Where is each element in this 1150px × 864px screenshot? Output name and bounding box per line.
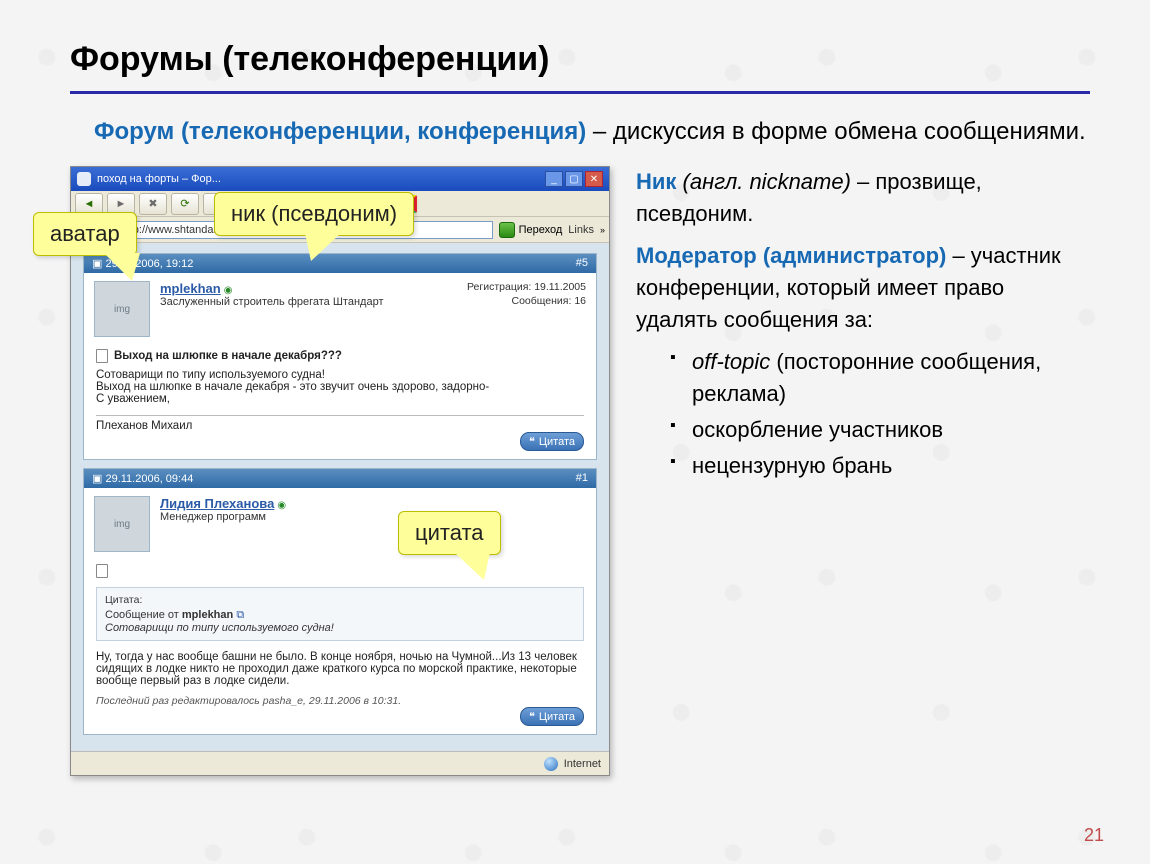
nick-term: Ник [636, 169, 683, 194]
list-item: off-topic (посторонние сообщения, реклам… [670, 346, 1090, 410]
post-date: 29.11.2006, 09:44 [105, 473, 193, 485]
username-link[interactable]: mplekhan [160, 281, 221, 296]
page-number: 21 [1084, 825, 1104, 846]
lead-dash: – [593, 118, 613, 145]
definitions-column: Ник (англ. nickname) – прозвище, псевдон… [636, 166, 1090, 776]
callout-quote: цитата [398, 511, 501, 555]
post-number: #5 [576, 257, 588, 270]
callout-nickname: ник (псевдоним) [214, 192, 414, 236]
lead-rest: дискуссия в форме обмена сообщениями. [613, 118, 1086, 145]
post-text: Ну, тогда у нас вообще башни не было. В … [96, 651, 584, 687]
post-body: Выход на шлюпке в начале декабря??? Сото… [84, 343, 596, 459]
quoted-text: Сотоварищи по типу используемого судна! [105, 622, 575, 634]
forum-post: ▣ 29.11.2006, 09:44 #1 img Лидия Плехано… [83, 468, 597, 735]
user-role: Менеджер программ [160, 511, 286, 523]
internet-zone-icon [544, 757, 558, 771]
user-meta: Регистрация: 19.11.2005 Сообщения: 16 [467, 281, 586, 337]
moderator-term: Модератор (администратор) [636, 243, 952, 268]
doc-icon [96, 564, 108, 578]
quote-from-pre: Сообщение от [105, 609, 182, 621]
user-info: Лидия Плеханова ◉ Менеджер программ [160, 496, 286, 552]
ie-icon [77, 172, 91, 186]
post-number: #1 [576, 472, 588, 485]
quote-box: Цитата: Сообщение от mplekhan ⧉ Сотовари… [96, 587, 584, 641]
doc-icon [96, 349, 108, 363]
maximize-button[interactable]: ▢ [565, 171, 583, 187]
minimize-button[interactable]: _ [545, 171, 563, 187]
post-line: Выход на шлюпке в начале декабря - это з… [96, 381, 584, 393]
list-item: нецензурную брань [670, 450, 1090, 482]
user-role: Заслуженный строитель фрегата Штандарт [160, 296, 384, 308]
avatar: img [94, 496, 150, 552]
last-edited: Последний раз редактировалось pasha_e, 2… [96, 695, 584, 707]
stop-button[interactable]: ✖ [139, 193, 167, 215]
post-body: Цитата: Сообщение от mplekhan ⧉ Сотовари… [84, 558, 596, 734]
forum-post: ▣ 29.11.2006, 19:12 #5 img mplekhan ◉ За… [83, 253, 597, 460]
quote-button[interactable]: ❝ Цитата [520, 707, 584, 726]
quote-button[interactable]: ❝ Цитата [520, 432, 584, 451]
go-label: Переход [519, 224, 563, 236]
post-header: ▣ 29.11.2006, 09:44 #1 [84, 469, 596, 488]
page-viewport: ▣ 29.11.2006, 19:12 #5 img mplekhan ◉ За… [71, 243, 609, 751]
links-chevron-icon: » [600, 225, 605, 235]
quote-label: Цитата: [105, 594, 575, 606]
lead-term: Форум (телеконференции, конференция) [94, 118, 593, 145]
callout-avatar: аватар [33, 212, 137, 256]
post-line: С уважением, [96, 393, 584, 405]
window-title: поход на форты – Фор... [97, 173, 221, 185]
message-count: Сообщения: 16 [467, 295, 586, 309]
view-post-icon[interactable]: ⧉ [236, 609, 244, 621]
signature: Плеханов Михаил [96, 420, 584, 432]
avatar: img [94, 281, 150, 337]
online-status-icon: ◉ [224, 285, 233, 296]
online-status-icon: ◉ [277, 500, 286, 511]
post-line: Сотоварищи по типу используемого судна! [96, 369, 584, 381]
window-titlebar: поход на форты – Фор... _ ▢ ✕ [71, 167, 609, 191]
internet-zone-label: Internet [564, 758, 601, 770]
registration-date: Регистрация: 19.11.2005 [467, 281, 586, 295]
screenshot-column: аватар ник (псевдоним) цитата поход на ф… [70, 166, 610, 776]
go-icon [499, 222, 515, 238]
username-link[interactable]: Лидия Плеханова [160, 496, 274, 511]
list-item: оскорбление участников [670, 414, 1090, 446]
go-group[interactable]: Переход [499, 222, 563, 238]
quote-from-user: mplekhan [182, 609, 233, 621]
lead-paragraph: Форум (телеконференции, конференция) – д… [94, 116, 1090, 148]
status-bar: Internet [71, 751, 609, 775]
refresh-button[interactable]: ⟳ [171, 193, 199, 215]
nick-en: (англ. nickname) [683, 169, 858, 194]
post-subject: Выход на шлюпке в начале декабря??? [114, 350, 342, 362]
moderator-reasons-list: off-topic (посторонние сообщения, реклам… [670, 346, 1090, 482]
user-info: mplekhan ◉ Заслуженный строитель фрегата… [160, 281, 384, 337]
close-button[interactable]: ✕ [585, 171, 603, 187]
links-label[interactable]: Links [568, 224, 594, 236]
slide-title: Форумы (телеконференции) [70, 40, 1090, 94]
